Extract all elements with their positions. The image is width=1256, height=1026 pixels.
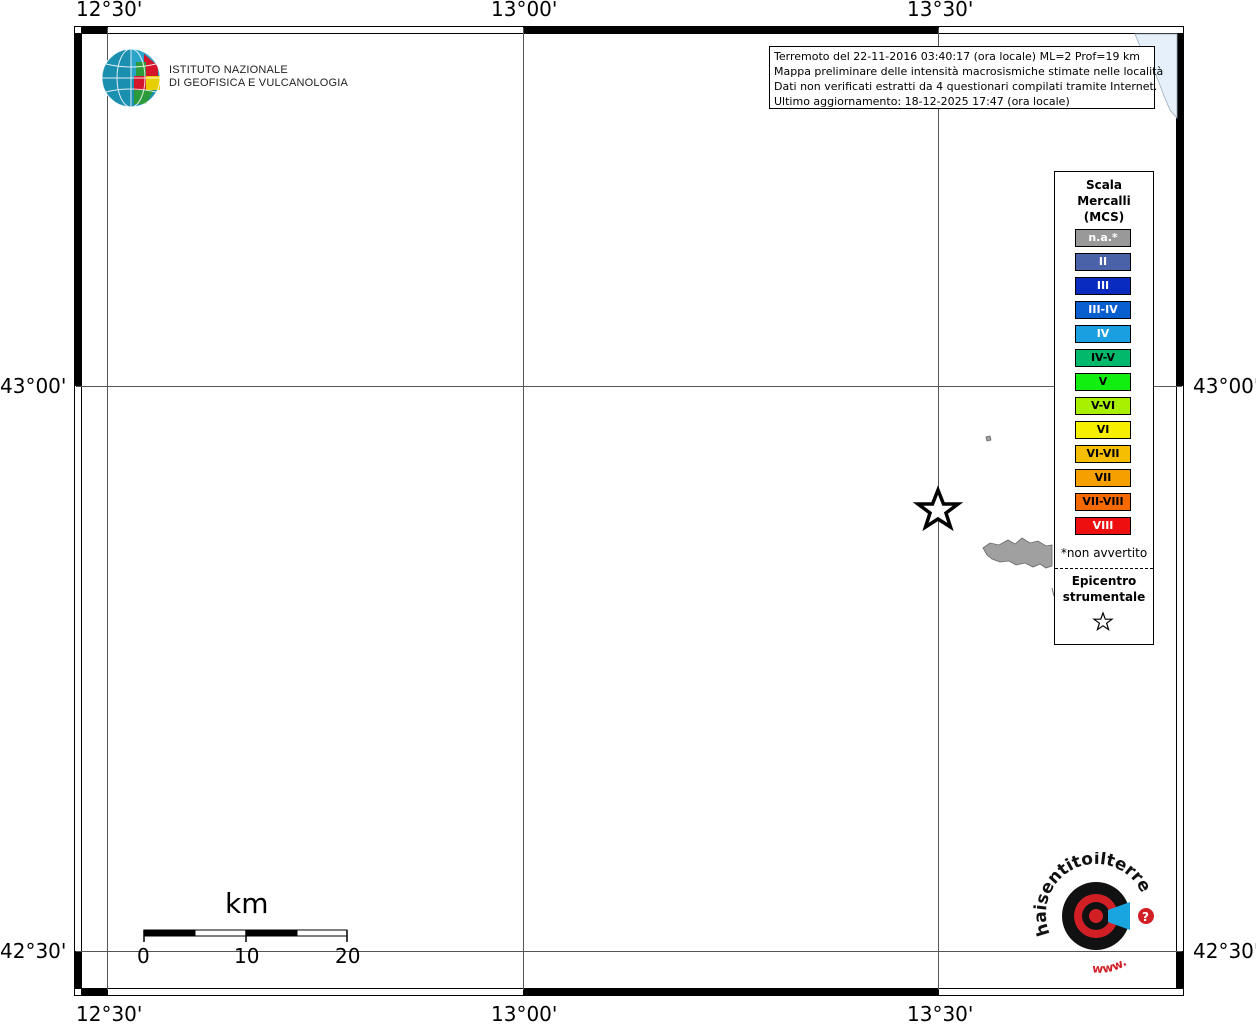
legend-swatch-iii: III [1075,277,1131,295]
scale-tick-0: 0 [137,944,150,968]
badge-text-bottom: www. [1092,955,1129,976]
legend-title-line1: Scala [1085,178,1123,192]
legend-swatch-vii: VII [1075,469,1131,487]
legend-swatch-vi: VI [1075,421,1131,439]
ingv-logo-icon [101,48,161,108]
legend-swatch-viii: VIII [1075,517,1131,535]
event-info-box: Terremoto del 22-11-2016 03:40:17 (ora l… [769,46,1164,109]
legend-swatch-v-vi: V-VI [1075,397,1131,415]
legend-epi-line1: Epicentro [1071,574,1137,588]
scale-tick-20: 20 [335,944,361,968]
ingv-logo-line1: ISTITUTO NAZIONALE [169,64,288,76]
scale-tick-10: 10 [234,944,260,968]
legend-swatch-vii-viii: VII-VIII [1075,493,1131,511]
scale-title: km [225,887,269,920]
legend-swatch-iii-iv: III-IV [1075,301,1131,319]
info-line-map: Mappa preliminare delle intensità macros… [774,65,1164,78]
island-shape [982,537,1053,569]
legend-epicenter-label: Epicentro strumentale [1055,573,1153,605]
legend-separator [1055,568,1153,569]
legend-title: Scala Mercalli (MCS) [1055,177,1153,225]
svg-text:www.: www. [1092,955,1129,976]
legend-epi-line2: strumentale [1062,590,1146,604]
legend-star-icon [1092,611,1114,632]
badge-question: ? [1142,910,1149,924]
info-line-updated: Ultimo aggiornamento: 18-12-2025 17:47 (… [774,95,1070,108]
legend-swatch-vi-vii: VI-VII [1075,445,1131,463]
legend-note: *non avvertito [1060,546,1148,560]
scale-bar [143,929,348,942]
legend-title-line3: (MCS) [1083,210,1125,224]
legend-swatch-iv: IV [1075,325,1131,343]
info-line-data: Dati non verificati estratti da 4 questi… [774,80,1158,93]
epicenter-star [912,485,964,532]
ingv-logo-line2: DI GEOFISICA E VULCANOLOGIA [169,77,348,89]
legend-title-line2: Mercalli [1077,194,1131,208]
islet-shape [985,435,992,442]
legend-swatch-n-a: n.a.* [1075,229,1131,247]
legend-swatch-v: V [1075,373,1131,391]
legend-swatch-ii: II [1075,253,1131,271]
legend-swatch-iv-v: IV-V [1075,349,1131,367]
ingv-logo-text: ISTITUTO NAZIONALE DI GEOFISICA E VULCAN… [169,64,348,90]
hai-sentito-badge-icon[interactable]: ? haisentitoilterremoto.it www. [1030,852,1170,982]
intensity-legend: Scala Mercalli (MCS) n.a.* II III III-IV IV I… [1054,171,1154,645]
info-line-event: Terremoto del 22-11-2016 03:40:17 (ora l… [774,50,1141,63]
